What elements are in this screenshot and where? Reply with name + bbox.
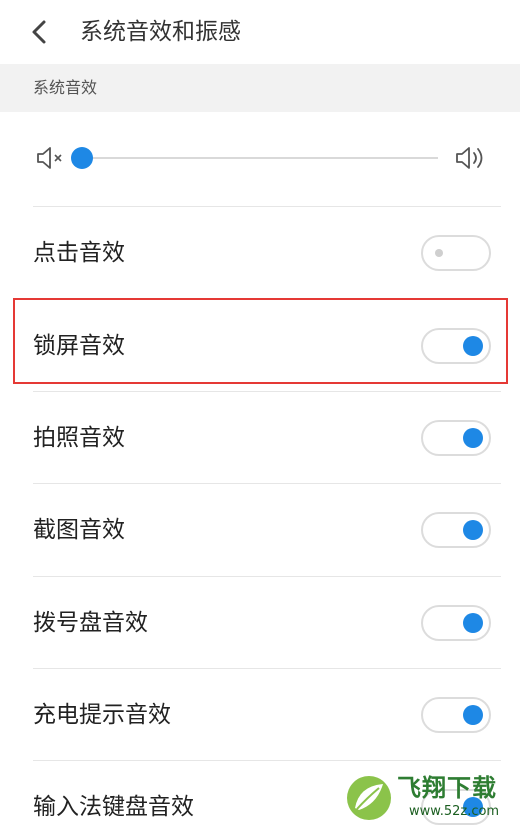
watermark-brand: 飞翔下载 xyxy=(397,774,497,802)
leaf-logo-icon xyxy=(347,776,391,820)
setting-label: 拍照音效 xyxy=(33,425,125,451)
toggle-click-sound[interactable] xyxy=(421,235,491,271)
toggle-dialpad-sound[interactable] xyxy=(421,605,491,641)
volume-mute-icon xyxy=(37,147,62,169)
section-header: 系统音效 xyxy=(0,64,520,112)
setting-label: 充电提示音效 xyxy=(33,702,171,728)
toggle-screenshot-sound[interactable] xyxy=(421,512,491,548)
highlight-box xyxy=(13,298,508,384)
toggle-knob xyxy=(463,705,483,725)
app-header: 系统音效和振感 xyxy=(0,0,520,64)
toggle-knob xyxy=(463,428,483,448)
setting-row-dialpad-sound: 拨号盘音效 xyxy=(0,577,520,669)
toggle-charging-sound[interactable] xyxy=(421,697,491,733)
setting-row-camera-sound: 拍照音效 xyxy=(0,392,520,484)
toggle-knob xyxy=(435,249,443,257)
setting-label: 截图音效 xyxy=(33,517,125,543)
chevron-left-icon xyxy=(32,20,46,44)
setting-row-screenshot-sound: 截图音效 xyxy=(0,484,520,576)
page-title: 系统音效和振感 xyxy=(80,19,241,45)
setting-label: 拨号盘音效 xyxy=(33,610,148,636)
setting-row-click-sound: 点击音效 xyxy=(0,207,520,299)
watermark-url: www.52z.com xyxy=(409,804,500,819)
back-button[interactable] xyxy=(26,18,52,46)
volume-slider-row xyxy=(0,112,520,206)
volume-slider[interactable] xyxy=(71,147,438,169)
toggle-knob xyxy=(463,520,483,540)
section-label: 系统音效 xyxy=(33,78,98,97)
volume-max-icon xyxy=(456,147,483,169)
setting-label: 点击音效 xyxy=(33,240,125,266)
volume-slider-thumb[interactable] xyxy=(71,147,93,169)
toggle-camera-sound[interactable] xyxy=(421,420,491,456)
toggle-knob xyxy=(463,613,483,633)
setting-row-charging-sound: 充电提示音效 xyxy=(0,669,520,761)
watermark: 飞翔下载 www.52z.com xyxy=(345,770,517,826)
setting-label: 输入法键盘音效 xyxy=(33,794,194,820)
